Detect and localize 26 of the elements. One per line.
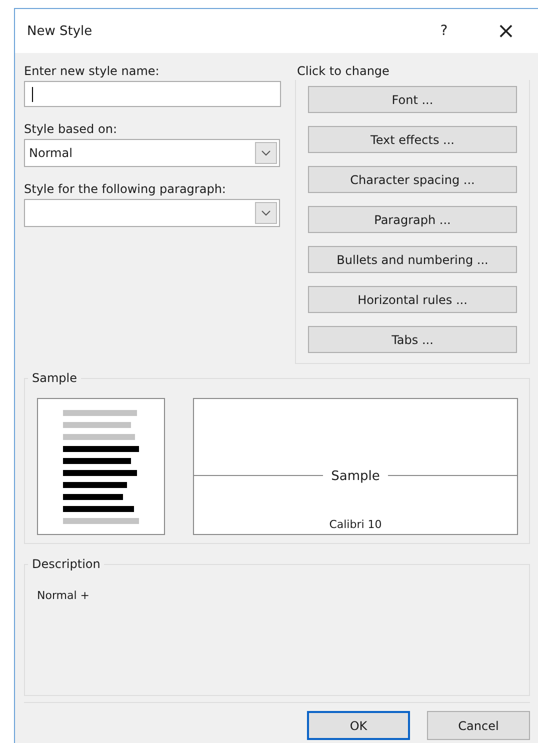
format-button[interactable]: Paragraph ...	[308, 206, 517, 233]
format-button[interactable]: Horizontal rules ...	[308, 286, 517, 313]
window-title: New Style	[27, 24, 94, 38]
group-label: Description	[28, 556, 104, 572]
format-button[interactable]: Tabs ...	[308, 326, 517, 353]
help-button[interactable]: ?	[434, 23, 454, 39]
group-label: Click to change	[297, 63, 390, 79]
field-label: Style for the following paragraph:	[24, 181, 227, 197]
format-button[interactable]: Character spacing ...	[308, 166, 517, 193]
dropdown-chevron-icon[interactable]	[255, 142, 277, 164]
dialog-button[interactable]: OK	[307, 711, 410, 740]
description-text: Normal +	[36, 588, 91, 602]
close-button[interactable]: ×	[494, 18, 518, 44]
sample-text: Sample	[323, 469, 388, 484]
dialog-button[interactable]: Cancel	[427, 711, 530, 740]
based-on-dropdown[interactable]: Normal	[24, 139, 280, 167]
format-button[interactable]: Text effects ...	[308, 126, 517, 153]
group-label: Sample	[28, 370, 81, 386]
font-caption: Calibri 10	[329, 518, 382, 531]
style-name-field[interactable]	[24, 81, 281, 107]
format-button[interactable]: Font ...	[308, 86, 517, 113]
field-label: Style based on:	[24, 121, 118, 137]
following-style-dropdown[interactable]	[24, 199, 280, 227]
format-button[interactable]: Bullets and numbering ...	[308, 246, 517, 273]
dropdown-chevron-icon[interactable]	[255, 202, 277, 224]
field-label: Enter new style name:	[24, 63, 160, 79]
